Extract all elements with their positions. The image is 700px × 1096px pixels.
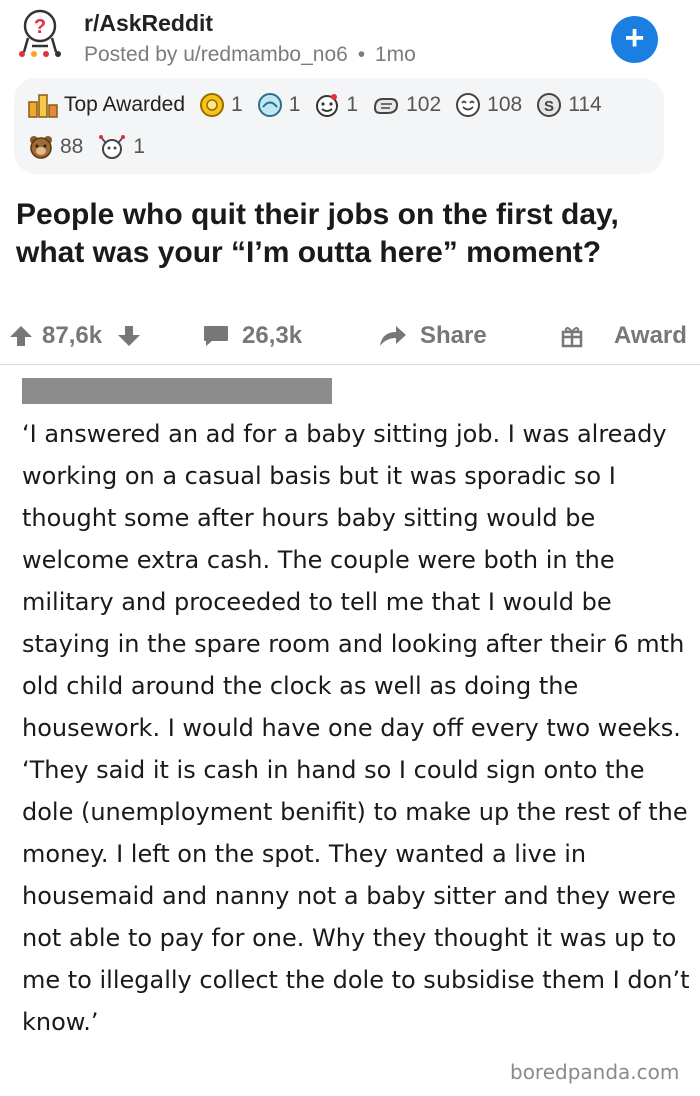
award-count: 1	[133, 135, 146, 158]
redacted-username-bar	[22, 378, 332, 404]
comment-count: 26,3k	[242, 322, 303, 349]
award-count: 108	[487, 93, 523, 116]
watermark: boredpanda.com	[506, 1060, 684, 1084]
awards-row: Top Awarded 1 1 1 102 108 S 114	[28, 92, 616, 118]
ladybug-award-icon	[99, 135, 126, 159]
share-button[interactable]: Share	[378, 322, 487, 350]
award-item[interactable]: 102	[372, 92, 441, 118]
comment-bubble-icon	[204, 326, 228, 346]
wholesome-award-icon	[456, 93, 481, 117]
vote-controls: 87,6k	[8, 322, 142, 350]
comment-paragraph: ‘They said it is cash in hand so I could…	[22, 756, 690, 1036]
action-bar: 87,6k 26,3k Share Award	[0, 318, 700, 360]
award-count: 1	[288, 93, 301, 116]
share-arrow-icon	[380, 326, 406, 346]
award-item[interactable]: 1	[97, 134, 145, 160]
award-count: 114	[568, 93, 602, 116]
downvote-arrow-icon[interactable]	[116, 324, 142, 348]
award-button[interactable]: Award	[560, 322, 687, 350]
face-award-icon	[316, 94, 339, 117]
award-count: 1	[231, 93, 243, 116]
award-item[interactable]: 1	[314, 92, 358, 118]
award-item[interactable]: S 114	[536, 92, 602, 118]
post-title[interactable]: People who quit their jobs on the first …	[16, 196, 686, 272]
award-label: Award	[614, 322, 687, 349]
post-card: ? r/AskReddit Posted by u/redmambo_no6 •…	[0, 0, 700, 368]
upvote-arrow-icon[interactable]	[8, 324, 34, 348]
post-age: 1mo	[374, 43, 416, 66]
create-post-button[interactable]: +	[611, 16, 658, 63]
bear-award-icon	[30, 136, 52, 159]
posted-by-link[interactable]: Posted by u/redmambo_no6	[84, 43, 348, 66]
hand-award-icon	[374, 98, 399, 114]
plus-icon: +	[624, 19, 645, 57]
post-meta: Posted by u/redmambo_no6 • 1mo	[84, 43, 416, 67]
divider	[0, 364, 700, 365]
award-count: 88	[60, 135, 84, 158]
comment-body: ‘I answered an ad for a baby sitting job…	[22, 413, 692, 1043]
gift-icon	[561, 327, 583, 348]
share-label: Share	[420, 322, 487, 349]
silver-award-icon: S	[537, 93, 562, 117]
upvote-count: 87,6k	[42, 322, 103, 349]
meta-separator: •	[357, 43, 366, 66]
award-item[interactable]: 1	[199, 92, 243, 118]
award-item[interactable]: 1	[257, 92, 301, 118]
svg-text:S: S	[544, 98, 554, 115]
top-awarded-label: Top Awarded	[64, 93, 186, 116]
award-item[interactable]: 108	[455, 92, 522, 118]
platinum-award-icon	[257, 93, 282, 117]
subreddit-name[interactable]: r/AskReddit	[84, 10, 213, 37]
svg-text:?: ?	[34, 16, 46, 38]
comment-paragraph: ‘I answered an ad for a baby sitting job…	[22, 420, 685, 742]
comments-button[interactable]: 26,3k	[202, 322, 302, 350]
award-count: 1	[346, 93, 359, 116]
top-awarded-icon	[28, 94, 58, 118]
award-item[interactable]: 88	[28, 134, 83, 160]
award-count: 102	[406, 93, 442, 116]
gold-award-icon	[200, 93, 225, 117]
awards-row: 88 1	[28, 134, 159, 160]
awards-panel[interactable]: Top Awarded 1 1 1 102 108 S 114 88 1	[14, 78, 664, 174]
subreddit-avatar[interactable]: ?	[14, 8, 66, 60]
